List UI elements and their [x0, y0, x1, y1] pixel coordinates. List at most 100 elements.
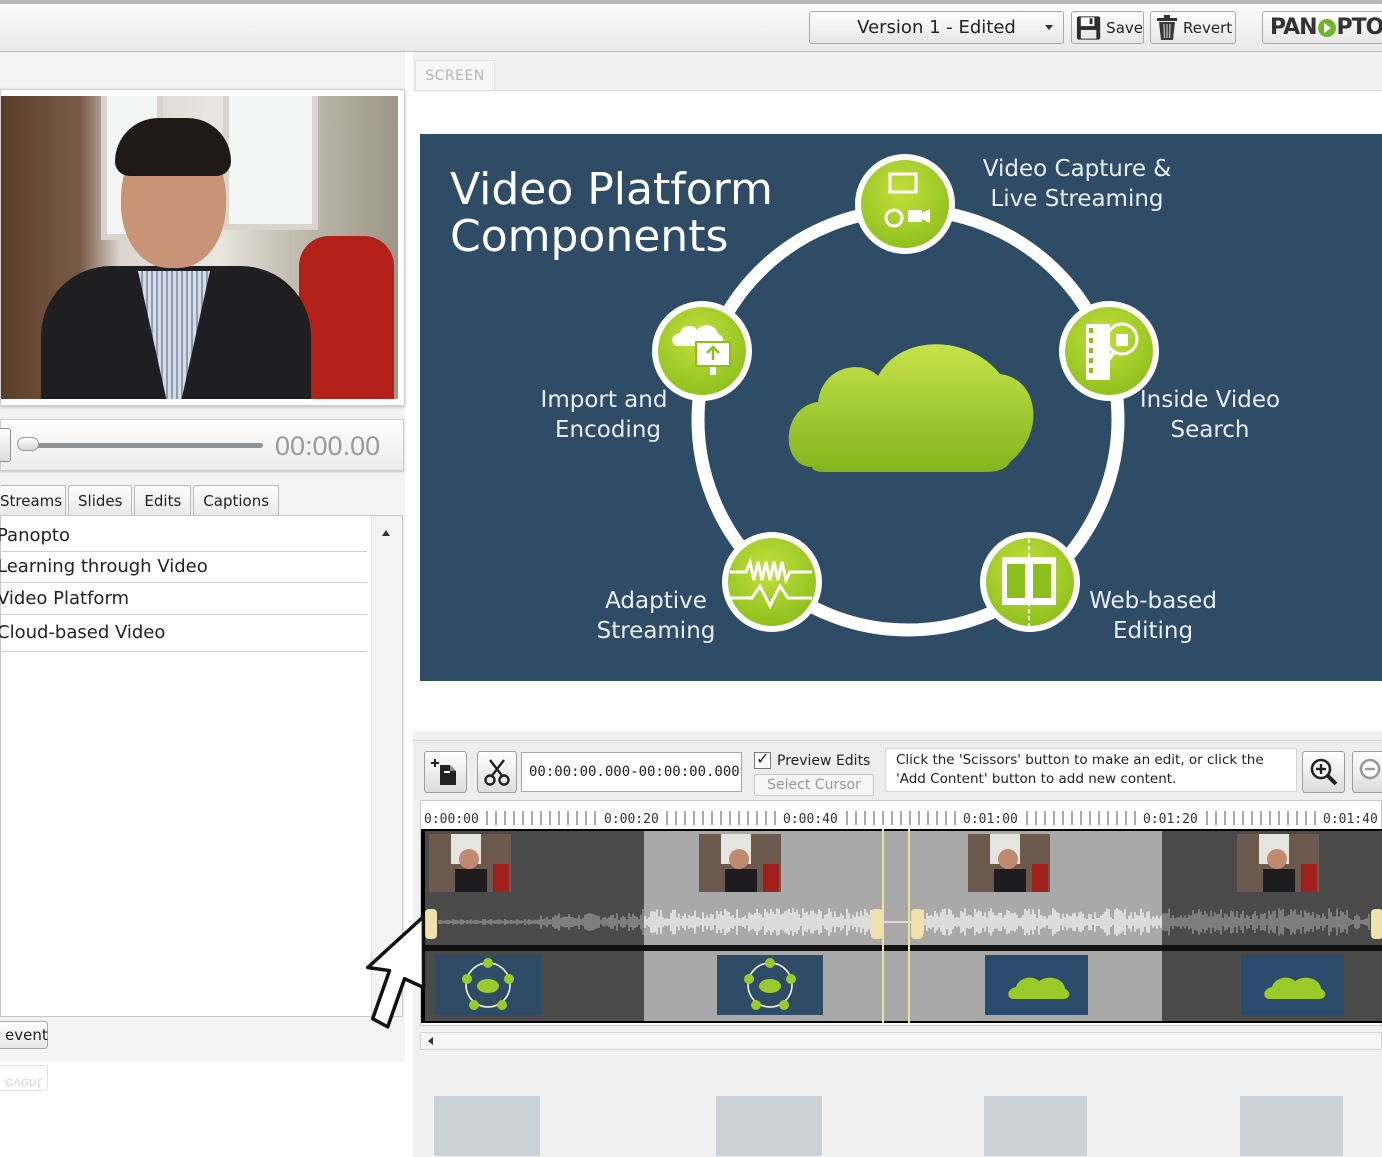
ruler-label: 0:00:40	[783, 812, 838, 827]
revert-label: Revert	[1183, 18, 1233, 37]
timeline-scrollbar[interactable]	[420, 1032, 1382, 1050]
preview-edits-toggle[interactable]: Preview Edits	[754, 749, 871, 769]
revert-button[interactable]: Revert	[1150, 11, 1236, 44]
slide-thumbnail	[717, 955, 823, 1015]
hint-line-1: Click the 'Scissors' button to make an e…	[896, 752, 1264, 768]
scroll-up-arrow-icon[interactable]	[382, 530, 390, 536]
add-event-button[interactable]: event	[0, 1021, 48, 1049]
timeline[interactable]: 0:00:00 0:00:20 0:00:40 0:01:00 0:01:20 …	[420, 800, 1382, 1026]
preview-edits-label: Preview Edits	[777, 752, 871, 769]
panopto-logo-menu[interactable]: PAN PTO	[1262, 11, 1382, 44]
mouse-pointer-icon	[366, 915, 426, 1029]
capture-node-icon	[855, 154, 955, 254]
video-thumbnail	[429, 834, 511, 892]
slides-list-panel: Panopto Learning through Video Video Pla…	[0, 515, 403, 1017]
adaptive-node-icon	[722, 532, 822, 632]
timeline-ruler[interactable]: 0:00:00 0:00:20 0:00:40 0:01:00 0:01:20 …	[421, 805, 1382, 827]
edit-hint: Click the 'Scissors' button to make an e…	[885, 748, 1297, 792]
zoom-out-button[interactable]	[1352, 751, 1382, 793]
timeline-reflection	[420, 1060, 1382, 1157]
slide-title-line2: Components	[450, 211, 728, 262]
left-panel: 00:00.00 Streams Slides Edits Captions P…	[0, 52, 405, 1091]
logo-text-end: PTO	[1336, 15, 1382, 40]
edit-handle	[871, 909, 883, 939]
presentation-slide[interactable]: Video Platform Components Video Capture …	[420, 134, 1382, 681]
video-thumbnail	[699, 834, 781, 892]
slide-thumbnail	[985, 955, 1088, 1015]
slide-graphic: Video Platform Components Video Capture …	[450, 154, 1280, 644]
label-adaptive-2: Streaming	[597, 618, 716, 644]
search-node-icon	[1059, 301, 1159, 401]
playback-time: 00:00.00	[275, 431, 381, 461]
import-node-icon	[652, 301, 752, 401]
zoom-out-icon	[1359, 758, 1381, 780]
save-button[interactable]: Save	[1071, 11, 1144, 44]
floppy-disk-icon	[1076, 15, 1101, 40]
chevron-down-icon	[1045, 25, 1053, 30]
hint-line-2: 'Add Content' button to add new content.	[896, 771, 1177, 787]
webcam-frame	[1, 96, 398, 399]
right-panel: SCREEN Video Platform Components Video C…	[413, 52, 1382, 1157]
background-window	[223, 96, 318, 230]
scissors-button[interactable]	[477, 751, 517, 793]
zoom-in-button[interactable]	[1302, 751, 1345, 793]
edit-handle	[911, 909, 923, 939]
edit-toolbar: 00:00:00.000-00:00:00.000 Preview Edits …	[413, 740, 1382, 800]
cloud-icon	[788, 344, 1034, 472]
ruler-label: 0:01:40	[1323, 812, 1378, 827]
label-capture-2: Live Streaming	[990, 186, 1163, 212]
tracks-graphic	[421, 829, 1382, 1023]
zoom-in-icon	[1310, 758, 1337, 786]
seek-slider-track[interactable]	[23, 443, 263, 448]
edit-handle	[1371, 909, 1382, 939]
red-chair	[299, 236, 394, 399]
screen-area: Video Platform Components Video Capture …	[413, 90, 1382, 731]
video-thumbnail	[1237, 834, 1319, 892]
logo-play-icon	[1317, 18, 1336, 37]
presenter-hair	[115, 118, 231, 176]
edit-timecode-field[interactable]: 00:00:00.000-00:00:00.000	[521, 752, 742, 792]
tab-streams[interactable]: Streams	[0, 485, 66, 515]
ruler-label: 0:00:00	[424, 812, 479, 827]
add-content-button[interactable]	[424, 751, 467, 793]
scissors-icon	[484, 759, 510, 786]
label-import-1: Import and	[541, 387, 668, 413]
trash-icon	[1157, 14, 1177, 40]
top-toolbar: Version 1 - Edited Save Revert PAN PTO	[0, 0, 1382, 52]
seek-slider-handle[interactable]	[17, 437, 39, 451]
preview-edits-checkbox[interactable]	[754, 749, 771, 769]
tab-slides[interactable]: Slides	[68, 485, 133, 515]
slide-title-line1: Video Platform	[450, 164, 773, 215]
add-content-icon	[430, 759, 456, 785]
video-thumbnail	[968, 834, 1050, 892]
version-select[interactable]: Version 1 - Edited	[809, 11, 1064, 44]
list-item[interactable]: Learning through Video	[0, 552, 367, 583]
slide-thumbnail	[1241, 955, 1344, 1015]
play-button[interactable]	[0, 428, 11, 462]
tab-screen[interactable]: SCREEN	[415, 60, 495, 90]
label-capture-1: Video Capture &	[983, 156, 1172, 182]
label-search-1: Inside Video	[1140, 387, 1280, 413]
timeline-tracks[interactable]	[421, 829, 1382, 1023]
list-item[interactable]: Video Platform	[0, 583, 367, 615]
scroll-left-arrow-icon[interactable]	[428, 1037, 433, 1045]
list-item[interactable]: Panopto	[0, 520, 367, 552]
label-editing-1: Web-based	[1089, 588, 1217, 614]
ruler-label: 0:01:00	[963, 812, 1018, 827]
tab-edits[interactable]: Edits	[134, 485, 192, 515]
label-search-2: Search	[1170, 417, 1249, 443]
logo-text-start: PAN	[1270, 15, 1318, 40]
label-import-2: Encoding	[555, 417, 661, 443]
list-item[interactable]: Cloud-based Video	[0, 615, 367, 652]
webcam-video[interactable]	[0, 89, 405, 406]
label-adaptive-1: Adaptive	[605, 588, 707, 614]
playback-bar: 00:00.00	[0, 419, 404, 471]
tab-captions[interactable]: Captions	[193, 485, 280, 515]
slide-thumbnail	[435, 955, 541, 1015]
label-editing-2: Editing	[1113, 618, 1193, 644]
slides-list: Panopto Learning through Video Video Pla…	[0, 520, 367, 652]
save-label: Save	[1106, 18, 1143, 37]
ruler-label: 0:01:20	[1143, 812, 1198, 827]
version-label: Version 1 - Edited	[857, 17, 1016, 38]
select-cursor-button[interactable]: Select Cursor	[754, 774, 874, 796]
